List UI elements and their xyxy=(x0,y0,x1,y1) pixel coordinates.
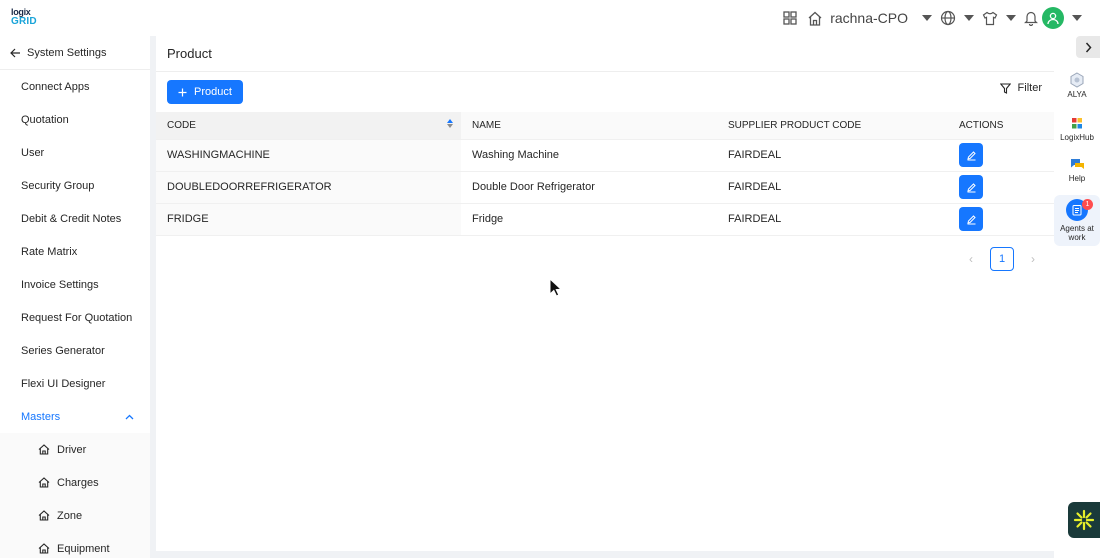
home-icon xyxy=(38,543,50,554)
settings-sidebar: System Settings Connect Apps Quotation U… xyxy=(0,36,150,558)
cell-name: Double Door Refrigerator xyxy=(461,171,717,204)
cell-supplier-code: FAIRDEAL xyxy=(717,171,948,204)
page-title: Product xyxy=(156,36,1054,72)
alya-icon xyxy=(1070,72,1084,88)
sidebar-subitem-charges[interactable]: Charges xyxy=(0,466,150,499)
assistant-launcher-icon[interactable] xyxy=(1068,502,1100,538)
shirt-icon[interactable] xyxy=(982,11,998,26)
sidebar-item-quotation[interactable]: Quotation xyxy=(0,103,150,136)
language-chevron-down-icon[interactable] xyxy=(964,15,974,21)
pencil-icon xyxy=(966,182,976,192)
cell-name: Fridge xyxy=(461,203,717,236)
tenant-selector[interactable]: rachna-CPO xyxy=(830,10,908,26)
table-row: DOUBLEDOORREFRIGERATOR Double Door Refri… xyxy=(156,171,1054,204)
user-chevron-down-icon[interactable] xyxy=(1072,15,1082,21)
right-rail: ALYA LogixHub Help 1 Agents at work xyxy=(1054,36,1100,558)
home-icon xyxy=(38,510,50,521)
logixgrid-logo[interactable]: logix GRID xyxy=(11,8,41,27)
mouse-cursor-icon xyxy=(549,277,563,300)
cell-supplier-code: FAIRDEAL xyxy=(717,203,948,236)
home-icon[interactable] xyxy=(807,11,823,26)
column-header-actions: ACTIONS xyxy=(948,112,1054,140)
collapse-rail-button[interactable] xyxy=(1076,36,1100,58)
user-avatar[interactable] xyxy=(1042,7,1064,29)
rail-item-logixhub[interactable]: LogixHub xyxy=(1054,117,1100,142)
column-header-code[interactable]: CODE xyxy=(156,112,461,140)
sort-icon[interactable] xyxy=(447,119,453,128)
theme-chevron-down-icon[interactable] xyxy=(1006,15,1016,21)
home-icon xyxy=(38,477,50,488)
chat-help-icon xyxy=(1070,159,1084,169)
sidebar-item-user[interactable]: User xyxy=(0,136,150,169)
back-label: System Settings xyxy=(27,46,107,59)
column-header-name: NAME xyxy=(461,112,717,140)
pencil-icon xyxy=(966,214,976,224)
edit-button[interactable] xyxy=(959,207,983,231)
cell-actions xyxy=(948,171,1054,204)
cell-name: Washing Machine xyxy=(461,139,717,172)
sidebar-item-security-group[interactable]: Security Group xyxy=(0,169,150,202)
cell-code: DOUBLEDOORREFRIGERATOR xyxy=(156,171,461,204)
logixhub-icon xyxy=(1072,118,1082,129)
filter-button[interactable]: Filter xyxy=(999,82,1042,94)
apps-grid-icon[interactable] xyxy=(783,11,797,25)
cell-code: WASHINGMACHINE xyxy=(156,139,461,172)
cell-code: FRIDGE xyxy=(156,203,461,236)
globe-icon[interactable] xyxy=(940,10,956,26)
rail-item-alya[interactable]: ALYA xyxy=(1054,72,1100,99)
sidebar-subitem-equipment[interactable]: Equipment xyxy=(0,532,150,558)
tenant-chevron-down-icon[interactable] xyxy=(922,15,932,21)
bell-icon[interactable] xyxy=(1024,10,1038,26)
arrow-left-icon xyxy=(10,48,20,57)
page-number-button[interactable]: 1 xyxy=(990,247,1014,271)
table-row: FRIDGE Fridge FAIRDEAL xyxy=(156,203,1054,236)
sidebar-item-invoice-settings[interactable]: Invoice Settings xyxy=(0,268,150,301)
table-header-row: CODE NAME SUPPLIER PRODUCT CODE ACTIONS xyxy=(156,112,1054,140)
chevron-right-icon xyxy=(1085,42,1092,52)
next-page-button[interactable]: › xyxy=(1022,247,1044,271)
product-toolbar: Product Filter xyxy=(156,72,1054,112)
sidebar-item-masters[interactable]: Masters xyxy=(0,400,150,433)
agents-badge: 1 xyxy=(1082,199,1093,210)
sidebar-item-request-for-quotation[interactable]: Request For Quotation xyxy=(0,301,150,334)
rail-item-help[interactable]: Help xyxy=(1054,158,1100,183)
rail-item-agents-at-work[interactable]: 1 Agents at work xyxy=(1054,195,1100,246)
add-product-button[interactable]: Product xyxy=(167,80,243,104)
sidebar-item-series-generator[interactable]: Series Generator xyxy=(0,334,150,367)
cell-actions xyxy=(948,203,1054,236)
plus-icon xyxy=(178,88,187,96)
cell-supplier-code: FAIRDEAL xyxy=(717,139,948,172)
prev-page-button[interactable]: ‹ xyxy=(960,247,982,271)
sidebar-subitem-zone[interactable]: Zone xyxy=(0,499,150,532)
masters-submenu: Driver Charges Zone Equipment xyxy=(0,433,150,558)
filter-icon xyxy=(999,82,1011,94)
product-panel: Product Product Filter CODE NAME SUPPLIE… xyxy=(156,36,1054,551)
sidebar-item-connect-apps[interactable]: Connect Apps xyxy=(0,70,150,103)
sidebar-item-rate-matrix[interactable]: Rate Matrix xyxy=(0,235,150,268)
cell-actions xyxy=(948,139,1054,172)
edit-button[interactable] xyxy=(959,143,983,167)
pencil-icon xyxy=(966,150,976,160)
chevron-up-icon xyxy=(125,414,134,419)
pagination: ‹ 1 › xyxy=(960,247,1044,271)
back-to-system-settings[interactable]: System Settings xyxy=(0,36,150,70)
product-table: CODE NAME SUPPLIER PRODUCT CODE ACTIONS … xyxy=(156,112,1054,236)
sidebar-item-debit-credit-notes[interactable]: Debit & Credit Notes xyxy=(0,202,150,235)
column-header-supplier-product-code: SUPPLIER PRODUCT CODE xyxy=(717,112,948,140)
edit-button[interactable] xyxy=(959,175,983,199)
table-row: WASHINGMACHINE Washing Machine FAIRDEAL xyxy=(156,139,1054,172)
sidebar-item-flexi-ui-designer[interactable]: Flexi UI Designer xyxy=(0,367,150,400)
home-icon xyxy=(38,444,50,455)
top-bar: logix GRID rachna-CPO xyxy=(0,0,1100,36)
sidebar-subitem-driver[interactable]: Driver xyxy=(0,433,150,466)
